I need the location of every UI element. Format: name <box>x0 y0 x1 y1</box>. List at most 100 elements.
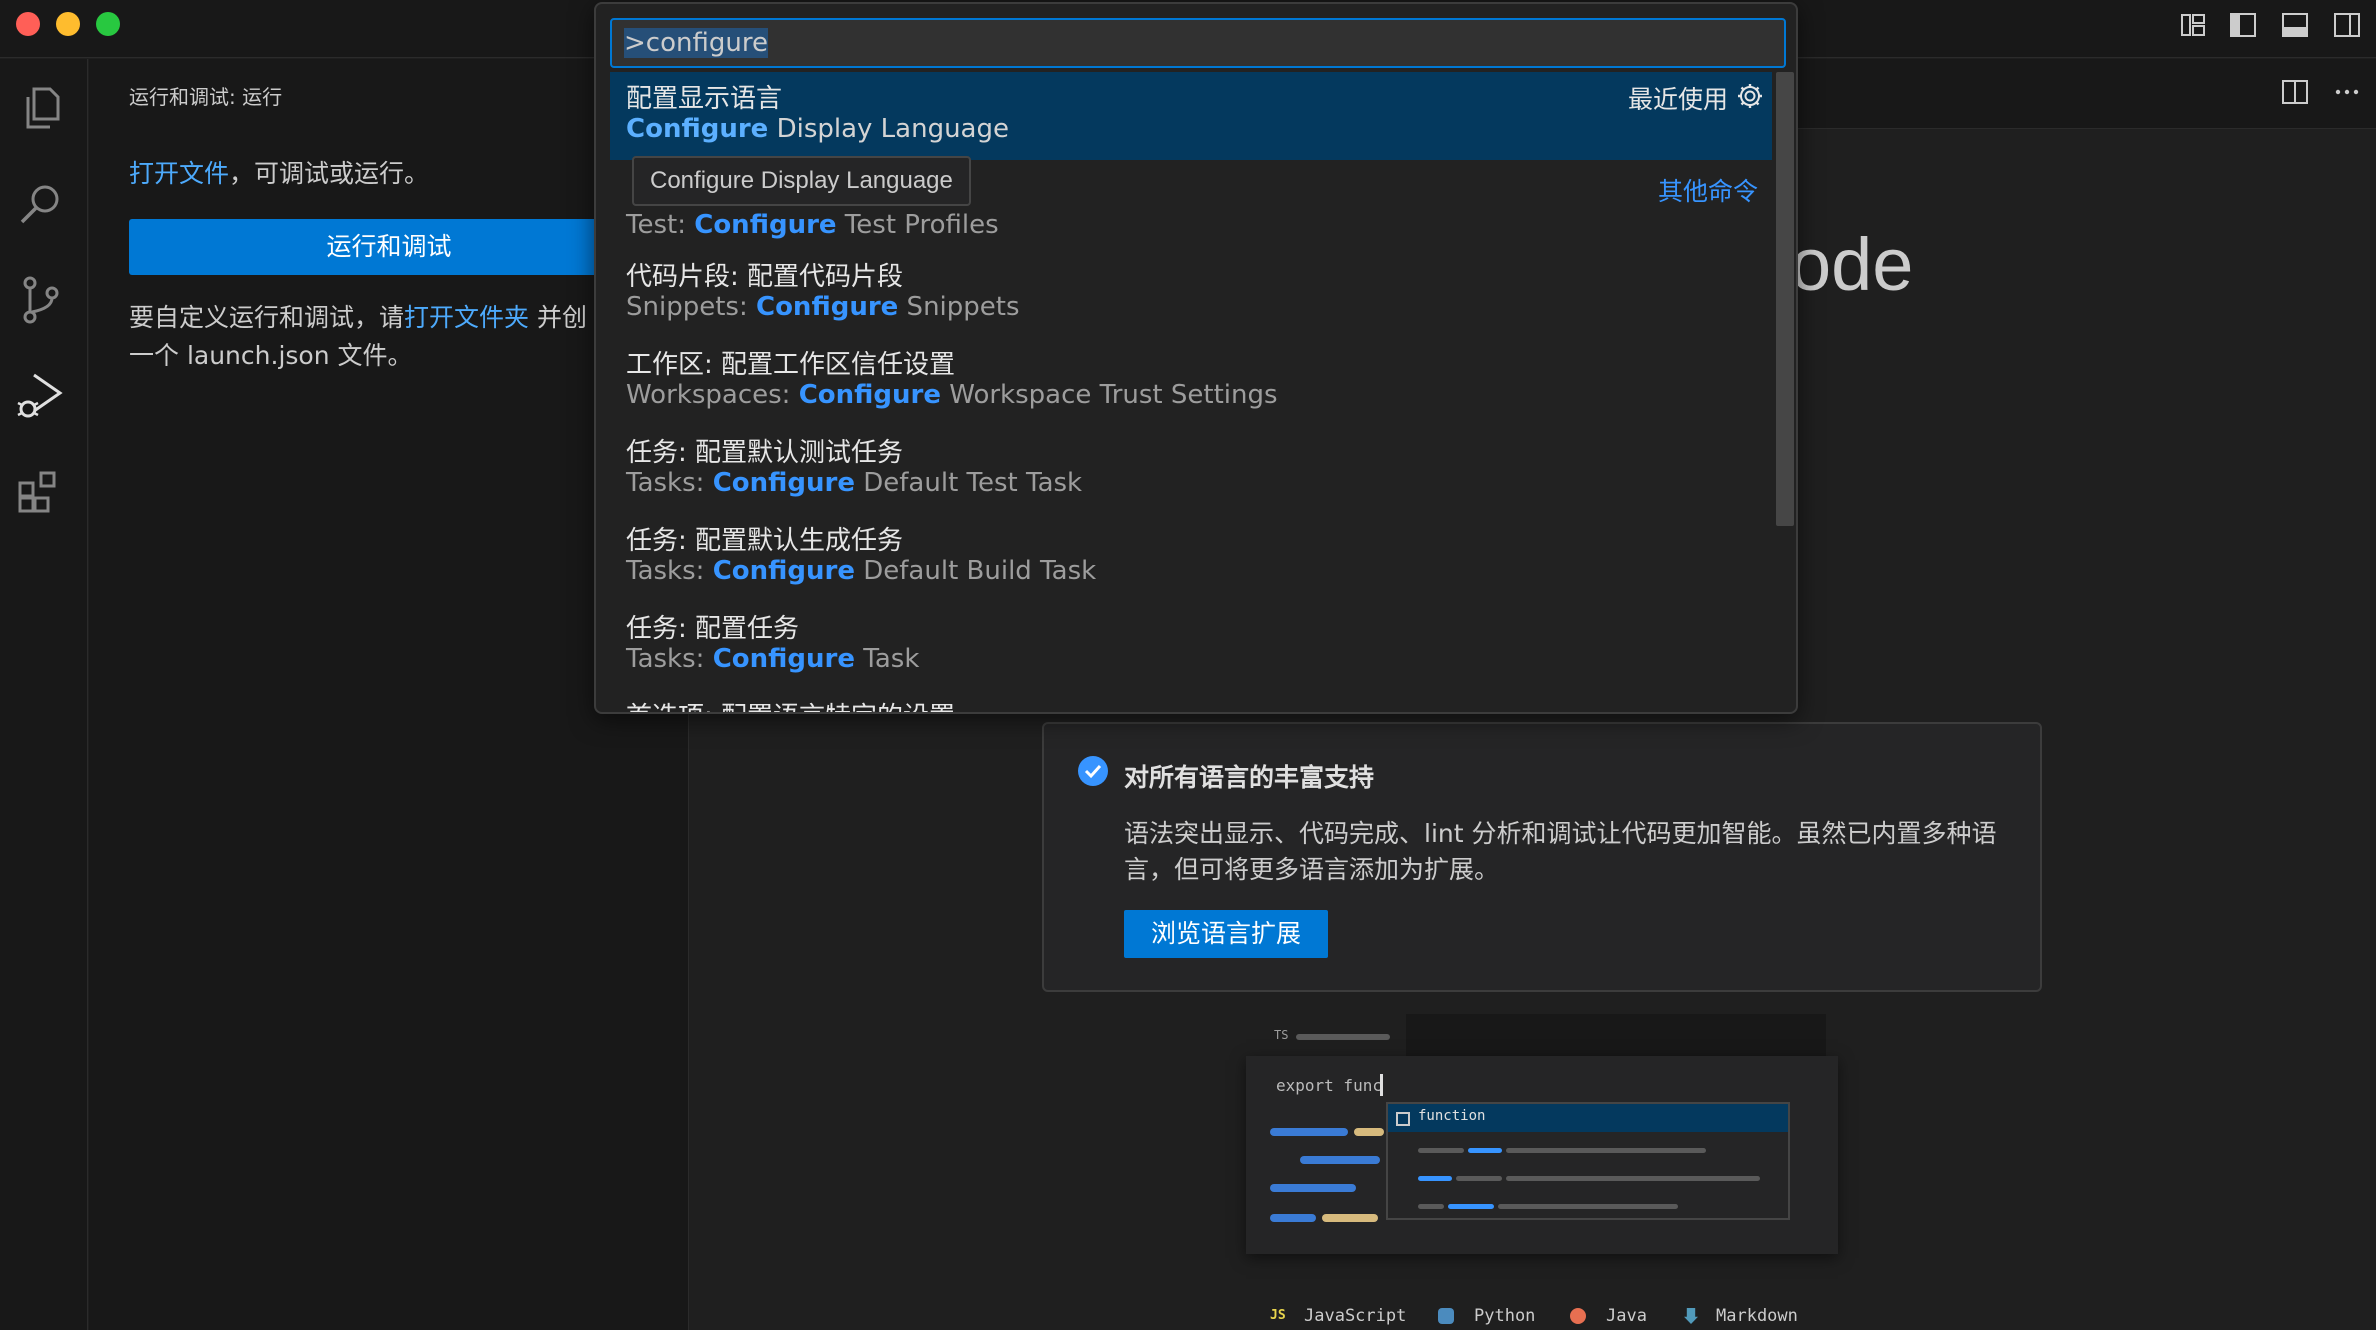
toggle-panel-icon[interactable] <box>2280 10 2310 40</box>
language-list: JS JavaScript Python Java Markdown <box>1268 1306 1828 1330</box>
text-cursor <box>1380 1074 1383 1096</box>
command-palette: >configure 配置显示语言 Configure Display Lang… <box>594 2 1798 714</box>
language-markdown: Markdown <box>1716 1306 1798 1326</box>
command-item-detail: Test: Configure Test Profiles <box>626 210 999 240</box>
command-palette-query: >configure <box>624 28 768 58</box>
command-item-detail: Workspaces: Configure Workspace Trust Se… <box>626 380 1278 410</box>
detail-prefix: Tasks: <box>626 644 713 674</box>
customize-layout-icon[interactable] <box>2178 10 2208 40</box>
search-icon[interactable] <box>14 177 68 231</box>
toggle-primary-sidebar-icon[interactable] <box>2228 10 2258 40</box>
suggest-line-bar <box>1498 1204 1678 1209</box>
suggest-line-bar <box>1506 1148 1706 1153</box>
match-highlight: Configure <box>755 292 899 322</box>
run-debug-icon[interactable] <box>14 369 68 423</box>
activity-bar <box>0 59 88 1330</box>
command-item-detail: Snippets: Configure Snippets <box>626 292 1020 322</box>
welcome-heading: ode <box>1790 223 1914 306</box>
detail-rest: Snippets <box>898 292 1020 322</box>
minimize-window-button[interactable] <box>56 12 80 36</box>
command-item-label: 任务: 配置默认生成任务 <box>626 526 904 556</box>
customize-line-1: 要自定义运行和调试，请打开文件夹 并创 <box>129 299 587 337</box>
other-commands-label: 其他命令 <box>1657 177 1758 206</box>
command-item-detail: Tasks: Configure Default Build Task <box>626 556 1096 586</box>
detail-rest: Display Language <box>768 114 1009 144</box>
preview-tab-strip <box>1406 1014 1826 1056</box>
detail-prefix: Tasks: <box>626 468 713 498</box>
suggest-line-bar <box>1418 1148 1464 1153</box>
match-highlight: Configure <box>626 114 769 144</box>
extensions-icon[interactable] <box>14 465 68 519</box>
preview-code-line: export func <box>1276 1076 1382 1095</box>
match-highlight: Configure <box>712 644 855 674</box>
match-highlight: Configure <box>694 210 837 240</box>
split-editor-icon[interactable] <box>2280 77 2310 107</box>
code-line-bar <box>1270 1214 1316 1222</box>
more-actions-icon[interactable] <box>2332 77 2362 107</box>
detail-rest: Test Profiles <box>836 210 999 240</box>
command-item[interactable]: 任务: 配置默认测试任务 Tasks: Configure Default Te… <box>610 426 1772 514</box>
detail-rest: Default Build Task <box>855 556 1097 586</box>
suggest-line-bar <box>1448 1204 1494 1209</box>
preview-tab-placeholder <box>1296 1034 1390 1040</box>
gear-icon[interactable] <box>1734 80 1766 112</box>
detail-prefix: Workspaces: <box>626 380 799 410</box>
command-item[interactable]: 任务: 配置任务 Tasks: Configure Task <box>610 602 1772 690</box>
command-item-label: 首选项: 配置语言特定的设置 <box>626 696 955 712</box>
recently-used-label: 最近使用 <box>1627 85 1728 114</box>
language-java: Java <box>1606 1306 1647 1326</box>
match-highlight: Configure <box>712 556 855 586</box>
command-item-detail: Tasks: Configure Task <box>626 644 919 674</box>
command-item-label: 任务: 配置任务 <box>626 614 800 644</box>
command-item-label: 任务: 配置默认测试任务 <box>626 438 904 468</box>
code-line-bar <box>1354 1128 1384 1136</box>
code-line-bar <box>1300 1156 1380 1164</box>
detail-prefix: Test: <box>626 210 695 240</box>
command-palette-scrollbar[interactable] <box>1776 72 1794 526</box>
command-item[interactable]: 任务: 配置默认生成任务 Tasks: Configure Default Bu… <box>610 514 1772 602</box>
suggest-line-bar <box>1418 1204 1444 1209</box>
command-item[interactable]: 配置显示语言 Configure Display Language 最近使用 <box>610 72 1772 160</box>
python-icon <box>1438 1308 1454 1324</box>
command-item[interactable]: 代码片段: 配置代码片段 Snippets: Configure Snippet… <box>610 250 1772 338</box>
customize-prefix-text: 要自定义运行和调试，请 <box>129 303 405 332</box>
open-file-rest-text: ，可调试或运行。 <box>229 159 430 188</box>
customize-line-2: 一个 launch.json 文件。 <box>129 341 413 370</box>
command-item[interactable]: 工作区: 配置工作区信任设置 Workspaces: Configure Wor… <box>610 338 1772 426</box>
browse-language-extensions-button[interactable]: 浏览语言扩展 <box>1124 910 1328 958</box>
command-tooltip: Configure Display Language <box>632 156 971 206</box>
suggest-item-label: function <box>1418 1108 1486 1124</box>
check-circle-icon <box>1078 756 1108 786</box>
java-icon <box>1570 1308 1586 1324</box>
explorer-icon[interactable] <box>14 81 68 135</box>
walkthrough-card[interactable]: 对所有语言的丰富支持 语法突出显示、代码完成、lint 分析和调试让代码更加智能… <box>1042 722 2042 992</box>
zoom-window-button[interactable] <box>96 12 120 36</box>
open-folder-link[interactable]: 打开文件夹 <box>404 303 529 332</box>
markdown-icon <box>1684 1308 1698 1324</box>
walkthrough-description: 语法突出显示、代码完成、lint 分析和调试让代码更加智能。虽然已内置多种语言，… <box>1124 819 1997 884</box>
command-palette-input[interactable]: >configure <box>610 18 1786 68</box>
language-python: Python <box>1474 1306 1536 1326</box>
code-preview-illustration: TS export func function <box>1246 1014 1838 1254</box>
suggest-line-bar <box>1506 1176 1760 1181</box>
suggest-line-bar <box>1456 1176 1502 1181</box>
open-file-link[interactable]: 打开文件 <box>129 159 229 188</box>
javascript-badge: JS <box>1270 1308 1286 1323</box>
detail-prefix: Tasks: <box>626 556 713 586</box>
detail-prefix: Snippets: <box>626 292 756 322</box>
command-item-label: 工作区: 配置工作区信任设置 <box>626 350 956 380</box>
preview-tab-label: TS <box>1274 1028 1289 1042</box>
language-javascript: JavaScript <box>1304 1306 1407 1326</box>
code-line-bar <box>1270 1128 1348 1136</box>
run-and-debug-button[interactable]: 运行和调试 <box>129 219 649 275</box>
detail-rest: Default Test Task <box>855 468 1083 498</box>
code-line-bar <box>1322 1214 1378 1222</box>
detail-rest: Task <box>855 644 920 674</box>
detail-rest: Workspace Trust Settings <box>941 380 1278 410</box>
close-window-button[interactable] <box>16 12 40 36</box>
command-item-label: 配置显示语言 <box>626 84 783 114</box>
source-control-icon[interactable] <box>14 273 68 327</box>
command-item[interactable]: 首选项: 配置语言特定的设置 <box>610 690 1772 712</box>
command-item-detail: Tasks: Configure Default Test Task <box>626 468 1082 498</box>
toggle-secondary-sidebar-icon[interactable] <box>2332 10 2362 40</box>
